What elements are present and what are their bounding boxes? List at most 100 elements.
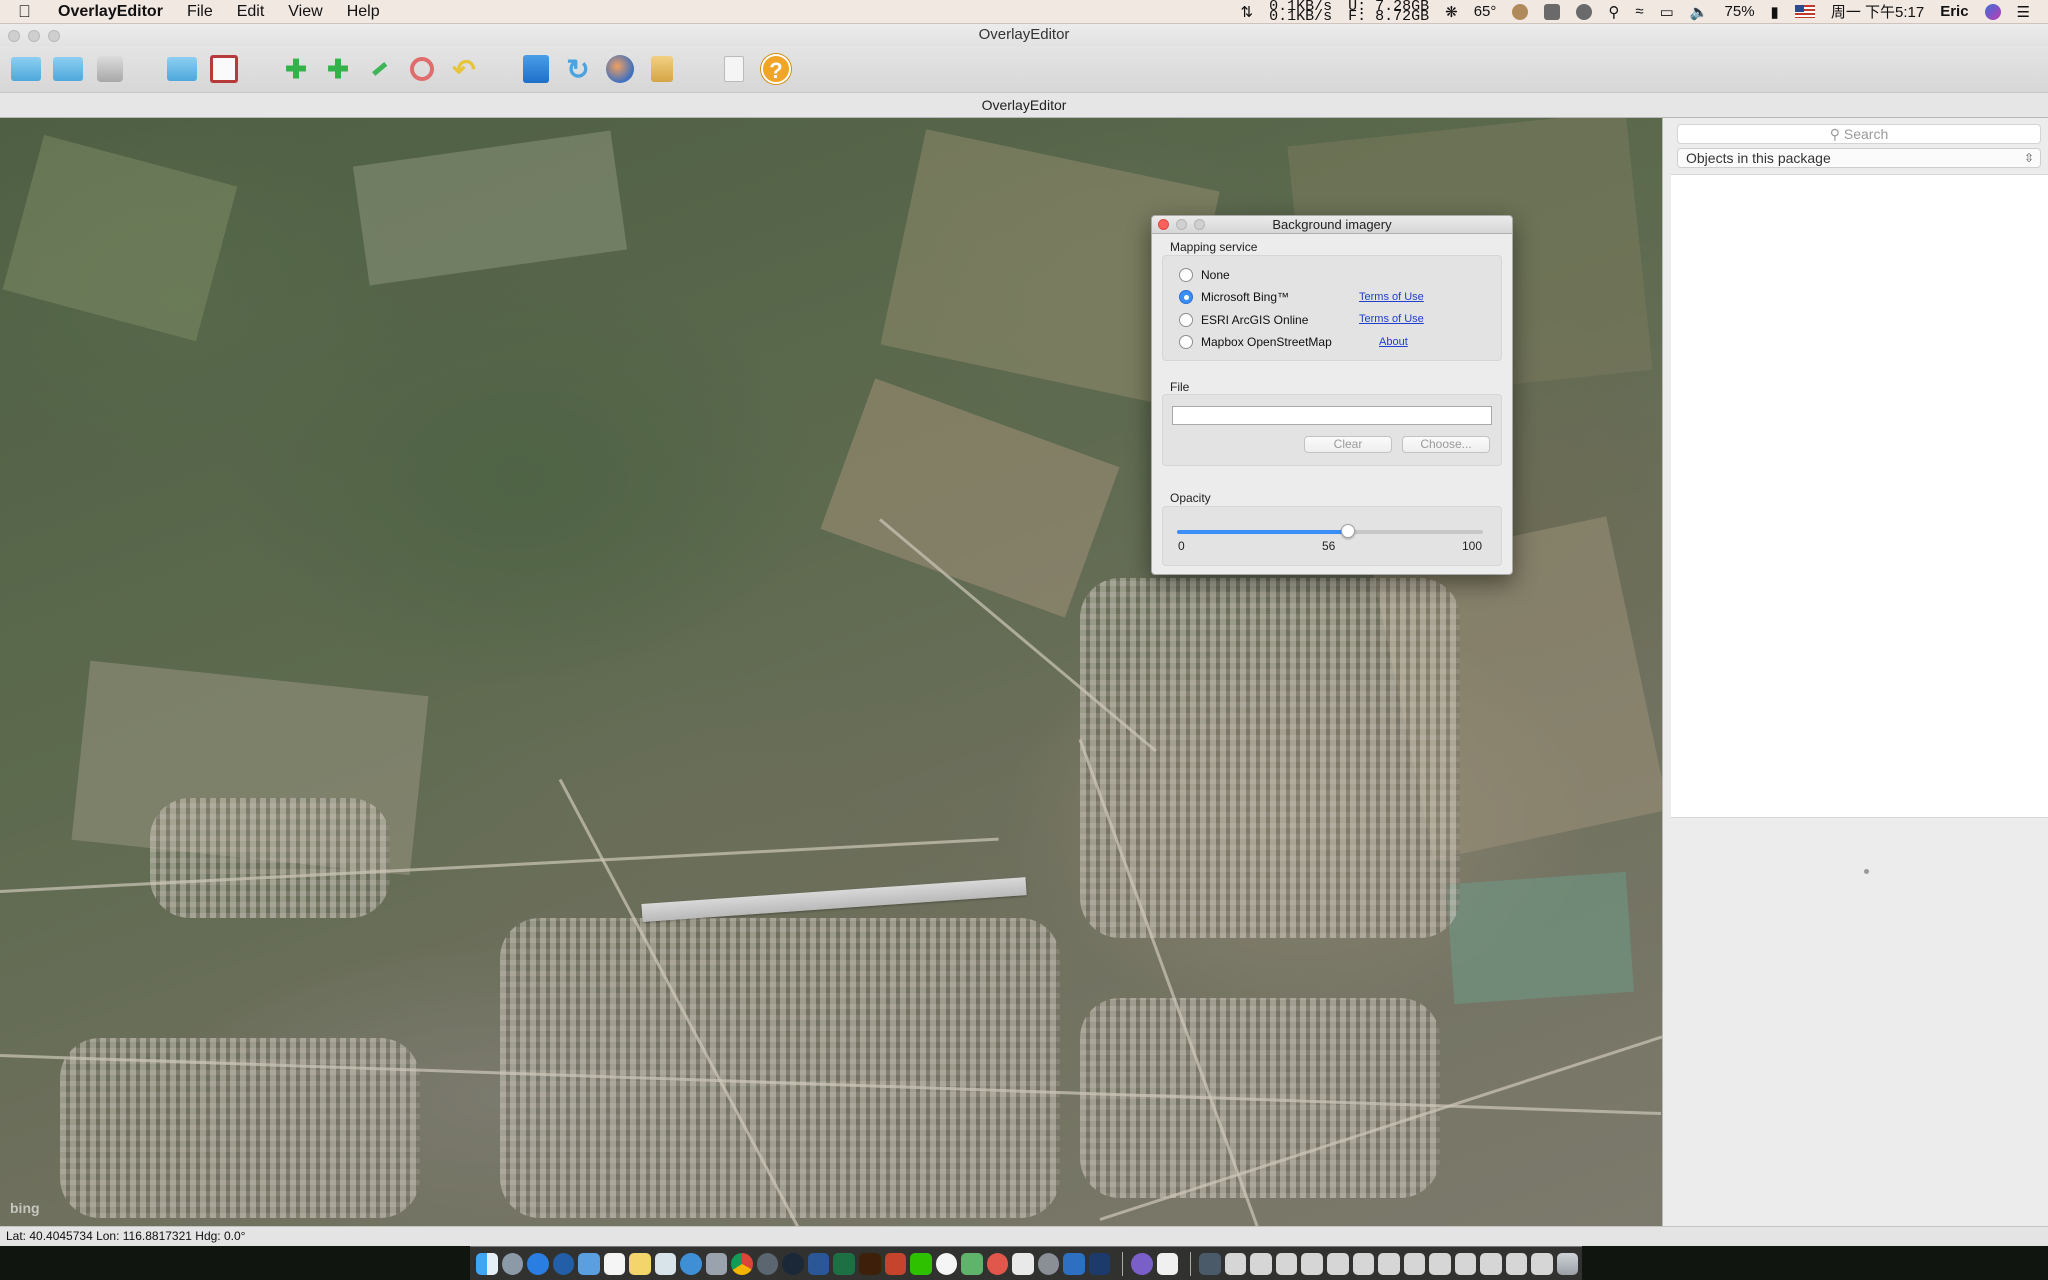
- trash-icon[interactable]: [1556, 1252, 1579, 1275]
- runway-overlay[interactable]: [641, 877, 1027, 922]
- minimized-window-icon[interactable]: [1224, 1252, 1247, 1275]
- calendar-icon[interactable]: [603, 1252, 626, 1275]
- notes-icon[interactable]: [629, 1252, 651, 1275]
- wifi-icon[interactable]: ≈: [1627, 3, 1651, 20]
- save-button[interactable]: [94, 53, 126, 85]
- overlay-editor-icon[interactable]: [1131, 1252, 1153, 1275]
- acrobat-icon[interactable]: [1012, 1252, 1034, 1275]
- minimized-window-icon[interactable]: [1326, 1252, 1349, 1275]
- add-polygon-button[interactable]: ✚: [322, 53, 354, 85]
- notification-center-icon[interactable]: ☰: [2009, 3, 2038, 21]
- dialog-title-bar[interactable]: Background imagery: [1152, 216, 1512, 234]
- globe-app-icon[interactable]: [552, 1252, 575, 1275]
- spotlight-search-icon[interactable]: ⚲: [1600, 3, 1627, 21]
- edit-button[interactable]: ━: [364, 53, 396, 85]
- delete-button[interactable]: [406, 53, 438, 85]
- safari-icon[interactable]: [527, 1252, 549, 1275]
- radio-button-selected[interactable]: [1179, 290, 1193, 304]
- open-package-button[interactable]: [52, 53, 84, 85]
- file-path-input[interactable]: [1172, 406, 1492, 425]
- choose-button[interactable]: Choose...: [1402, 436, 1490, 453]
- zoom-window-button[interactable]: [48, 30, 60, 42]
- minimized-window-icon[interactable]: [1480, 1252, 1502, 1275]
- menu-app-name[interactable]: OverlayEditor: [48, 3, 175, 21]
- esri-terms-link[interactable]: Terms of Use: [1359, 313, 1424, 325]
- menu-help[interactable]: Help: [335, 3, 392, 21]
- document-icon[interactable]: [1156, 1252, 1179, 1275]
- radio-esri[interactable]: ESRI ArcGIS Online: [1179, 311, 1308, 329]
- battery-percent[interactable]: 75%: [1717, 3, 1763, 20]
- time-icon[interactable]: [756, 1252, 779, 1275]
- radio-none[interactable]: None: [1179, 266, 1230, 284]
- memory-stats[interactable]: U: 7.28GB F: 8.72GB: [1340, 0, 1437, 24]
- minimized-window-icon[interactable]: [1352, 1252, 1375, 1275]
- radio-button[interactable]: [1179, 313, 1193, 327]
- siri-icon[interactable]: [1977, 3, 2009, 20]
- radio-bing[interactable]: Microsoft Bing™: [1179, 288, 1289, 306]
- minimized-window-icon[interactable]: [1429, 1252, 1451, 1275]
- opacity-slider[interactable]: [1177, 524, 1483, 538]
- minimized-window-icon[interactable]: [1199, 1252, 1221, 1275]
- music-icon[interactable]: [986, 1252, 1009, 1275]
- network-speed[interactable]: 0.1KB/s 0.1KB/s: [1261, 0, 1340, 24]
- user-name[interactable]: Eric: [1932, 3, 1976, 20]
- splitter-handle[interactable]: [1864, 869, 1869, 874]
- minimized-window-icon[interactable]: [1505, 1252, 1528, 1275]
- background-imagery-button[interactable]: [604, 53, 636, 85]
- chrome-icon[interactable]: [731, 1252, 753, 1275]
- minimize-window-button[interactable]: [28, 30, 40, 42]
- lock-button[interactable]: [646, 53, 678, 85]
- temperature[interactable]: 65°: [1466, 3, 1505, 20]
- qq-icon[interactable]: [935, 1252, 958, 1275]
- package-objects-select[interactable]: Objects in this package ⇳: [1677, 148, 2041, 168]
- reload-button[interactable]: ↻: [562, 53, 594, 85]
- preview-icon[interactable]: [654, 1252, 677, 1275]
- word-icon[interactable]: [807, 1252, 830, 1275]
- fan-icon[interactable]: ❋: [1437, 3, 1466, 21]
- close-window-button[interactable]: [8, 30, 20, 42]
- radio-button[interactable]: [1179, 268, 1193, 282]
- search-input[interactable]: ⚲ Search: [1677, 124, 2041, 144]
- menu-edit[interactable]: Edit: [225, 3, 277, 21]
- mapbox-about-link[interactable]: About: [1379, 336, 1408, 348]
- finder-icon[interactable]: [476, 1252, 498, 1275]
- battery-icon[interactable]: ▮: [1763, 3, 1787, 21]
- vpn-icon[interactable]: [1063, 1252, 1085, 1275]
- clear-button[interactable]: Clear: [1304, 436, 1392, 453]
- blank-button[interactable]: [718, 53, 750, 85]
- add-object-button[interactable]: ✚: [280, 53, 312, 85]
- bing-terms-link[interactable]: Terms of Use: [1359, 291, 1424, 303]
- powerpoint-icon[interactable]: [884, 1252, 907, 1275]
- tools-icon[interactable]: [705, 1252, 728, 1275]
- object-list[interactable]: [1671, 174, 2048, 874]
- volume-icon[interactable]: 🔈: [1682, 3, 1717, 21]
- dialog-zoom-button[interactable]: [1194, 219, 1205, 230]
- steam-icon[interactable]: [782, 1252, 804, 1275]
- apple-icon[interactable]: : [18, 2, 48, 22]
- message-icon[interactable]: [1536, 3, 1568, 20]
- menu-file[interactable]: File: [175, 3, 225, 21]
- minimized-window-icon[interactable]: [1403, 1252, 1426, 1275]
- excel-icon[interactable]: [833, 1252, 855, 1275]
- help-button[interactable]: ?: [760, 53, 792, 85]
- go-to-airport-button[interactable]: [520, 53, 552, 85]
- bell-icon[interactable]: [1504, 3, 1536, 20]
- us-flag-icon[interactable]: [1787, 5, 1823, 18]
- mail-icon[interactable]: [578, 1252, 600, 1275]
- menu-view[interactable]: View: [276, 3, 334, 21]
- radio-button[interactable]: [1179, 335, 1193, 349]
- minimized-window-icon[interactable]: [1454, 1252, 1477, 1275]
- launchpad-icon[interactable]: [501, 1252, 524, 1275]
- undo-button[interactable]: ↶: [448, 53, 480, 85]
- minimized-window-icon[interactable]: [1531, 1252, 1553, 1275]
- radio-mapbox[interactable]: Mapbox OpenStreetMap: [1179, 333, 1332, 351]
- minimized-window-icon[interactable]: [1378, 1252, 1400, 1275]
- minimized-window-icon[interactable]: [1275, 1252, 1298, 1275]
- network-app-icon[interactable]: [680, 1252, 702, 1275]
- new-package-button[interactable]: [10, 53, 42, 85]
- xplane-icon[interactable]: [1088, 1252, 1111, 1275]
- airplay-icon[interactable]: ▭: [1652, 3, 1682, 21]
- import-button[interactable]: [166, 53, 198, 85]
- gear-icon[interactable]: [1037, 1252, 1060, 1275]
- dialog-minimize-button[interactable]: [1176, 219, 1187, 230]
